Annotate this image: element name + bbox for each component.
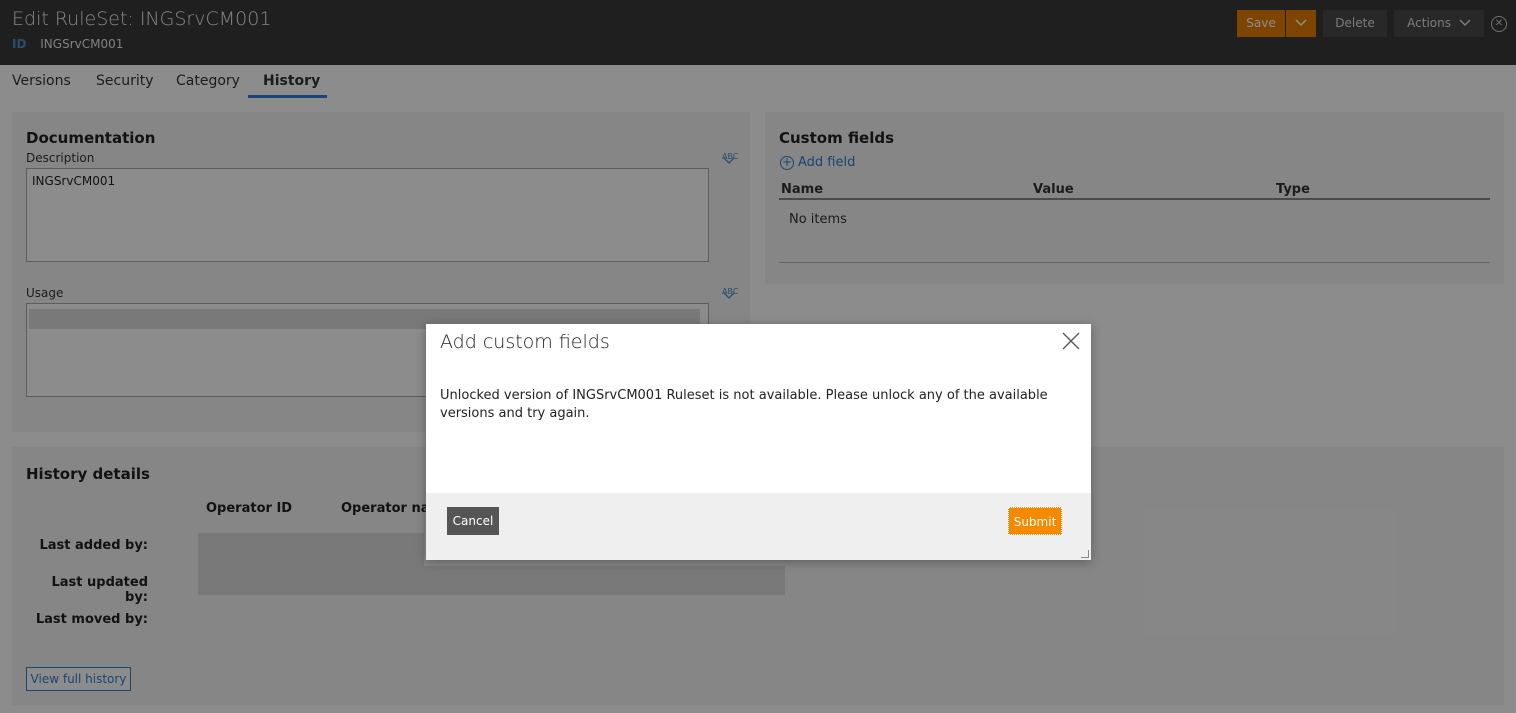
add-custom-fields-dialog: Add custom fields Unlocked version of IN… (426, 324, 1091, 560)
close-icon[interactable] (1060, 332, 1082, 354)
cancel-button[interactable]: Cancel (447, 507, 499, 535)
dialog-message: Unlocked version of INGSrvCM001 Ruleset … (440, 388, 1048, 421)
submit-button[interactable]: Submit (1008, 507, 1062, 535)
dialog-title: Add custom fields (440, 331, 610, 353)
dialog-footer (426, 493, 1091, 560)
resize-handle-icon[interactable] (1081, 550, 1089, 558)
